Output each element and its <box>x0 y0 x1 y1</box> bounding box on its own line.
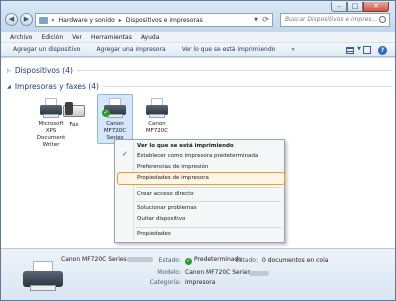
menu-item-print-preferences[interactable]: Preferencias de impresión <box>137 164 208 170</box>
search-icon[interactable] <box>379 16 386 23</box>
detail-category-label: Categoría: <box>149 279 181 286</box>
printer-label-line: MF720C <box>145 128 169 134</box>
menu-archivo[interactable]: Archivo <box>10 34 32 41</box>
printer-canon-mf720c[interactable]: Canon MF720C <box>139 95 175 135</box>
menu-herramientas[interactable]: Herramientas <box>91 34 132 41</box>
default-check-icon: ✓ <box>102 109 110 117</box>
folder-icon <box>39 16 48 24</box>
printer-label-line: XPS <box>45 128 57 134</box>
printer-label-line: Canon <box>148 121 166 127</box>
section-printers[interactable]: ◢ Impresoras y faxes (4) <box>7 82 391 91</box>
breadcrumb-separator-icon[interactable]: ▸ <box>119 17 122 24</box>
see-printing-button[interactable]: Ver lo que se está imprimiendo <box>182 46 276 53</box>
menu-item-printer-properties[interactable]: Propiedades de impresora <box>137 175 209 181</box>
printer-label-line: Fax <box>69 122 79 128</box>
redacted-text <box>127 257 153 262</box>
refresh-icon[interactable]: ⟳ <box>262 15 269 24</box>
printer-canon-mf720c-series[interactable]: ✓ Canon MF720C Series <box>97 94 133 144</box>
printer-label-line: Canon <box>106 121 124 127</box>
command-bar: Agregar un dispositivo Agregar una impre… <box>1 43 395 57</box>
menu-item-properties[interactable]: Propiedades <box>137 231 171 237</box>
section-divider <box>102 86 391 87</box>
back-button[interactable]: ◀ <box>5 13 18 26</box>
context-menu: Ver lo que se está imprimiendo ✓ Estable… <box>114 139 285 243</box>
default-check-icon: ✓ <box>185 258 192 265</box>
menu-item-remove-device[interactable]: Quitar dispositivo <box>137 216 185 222</box>
address-bar[interactable]: « Hardware y sonido ▸ Dispositivos e imp… <box>35 13 273 27</box>
search-placeholder: Buscar Dispositivos e impres... <box>285 16 378 23</box>
printer-fax[interactable]: Fax <box>56 96 92 129</box>
view-dropdown-icon[interactable]: ▼ <box>357 46 361 52</box>
minimize-button[interactable]: – <box>331 2 347 12</box>
maximize-button[interactable]: □ <box>347 2 363 12</box>
detail-queue-label: Estado: <box>235 257 258 264</box>
menu-item-troubleshoot[interactable]: Solucionar problemas <box>137 205 197 211</box>
section-divider <box>76 70 391 71</box>
breadcrumb-hardware[interactable]: Hardware y sonido <box>59 17 115 24</box>
menu-separator <box>136 187 281 188</box>
menu-item-see-printing[interactable]: Ver lo que se está imprimiendo <box>137 143 234 149</box>
printer-icon: ✓ <box>102 97 128 119</box>
detail-device-name: Canon MF720C Series <box>61 256 127 263</box>
collapse-icon[interactable]: ◢ <box>7 84 11 90</box>
breadcrumb-devices[interactable]: Dispositivos e impresoras <box>126 17 203 24</box>
checkmark-icon: ✓ <box>122 150 128 158</box>
add-printer-button[interactable]: Agregar una impresora <box>96 46 165 53</box>
menu-separator <box>136 227 281 228</box>
menu-edicion[interactable]: Edición <box>41 34 63 41</box>
menu-separator <box>136 201 281 202</box>
redacted-text <box>249 271 269 276</box>
expand-icon[interactable]: ▷ <box>7 68 11 74</box>
detail-model-value: Canon MF720C Series <box>185 269 251 276</box>
printer-label-line: Writer <box>42 142 60 148</box>
fax-icon <box>63 99 85 119</box>
search-input[interactable]: Buscar Dispositivos e impres... <box>280 13 390 27</box>
detail-model-label: Modelo: <box>157 269 181 276</box>
printer-icon <box>144 97 170 119</box>
preview-pane-icon[interactable] <box>363 46 371 54</box>
more-commands-button[interactable]: » <box>291 46 295 53</box>
menu-gutter <box>133 142 134 240</box>
section-printers-title[interactable]: Impresoras y faxes (4) <box>15 82 99 91</box>
help-icon[interactable]: ? <box>378 46 387 55</box>
change-view-icon[interactable] <box>346 47 354 54</box>
section-devices[interactable]: ▷ Dispositivos (4) <box>7 66 391 75</box>
close-button[interactable]: ✕ <box>363 2 389 12</box>
chevron-down-icon[interactable]: ▼ <box>254 17 258 23</box>
detail-queue-value: 0 documentos en cola <box>262 257 329 264</box>
detail-status-label: Estado: <box>158 257 181 264</box>
detail-category-value: Impresora <box>185 279 216 286</box>
printer-large-icon <box>23 259 63 293</box>
title-bar: – □ ✕ ◀ ▶ « Hardware y sonido ▸ Disposit… <box>1 1 395 32</box>
printer-label-line: Document <box>36 135 66 141</box>
address-prefix[interactable]: « <box>51 17 55 24</box>
menu-bar: Archivo Edición Ver Herramientas Ayuda <box>1 32 395 43</box>
explorer-window: – □ ✕ ◀ ▶ « Hardware y sonido ▸ Disposit… <box>0 0 396 301</box>
menu-item-create-shortcut[interactable]: Crear acceso directo <box>137 191 194 197</box>
add-device-button[interactable]: Agregar un dispositivo <box>13 46 80 53</box>
window-controls: – □ ✕ <box>331 2 389 12</box>
forward-button[interactable]: ▶ <box>20 13 33 26</box>
menu-ver[interactable]: Ver <box>72 34 82 41</box>
printer-label-line: MF720C <box>103 128 127 134</box>
menu-item-set-default[interactable]: Establecer como impresora predeterminada <box>137 153 258 159</box>
section-devices-title[interactable]: Dispositivos (4) <box>15 66 73 75</box>
menu-ayuda[interactable]: Ayuda <box>141 34 160 41</box>
details-pane: Canon MF720C Series Estado: ✓ Predetermin… <box>1 248 395 300</box>
